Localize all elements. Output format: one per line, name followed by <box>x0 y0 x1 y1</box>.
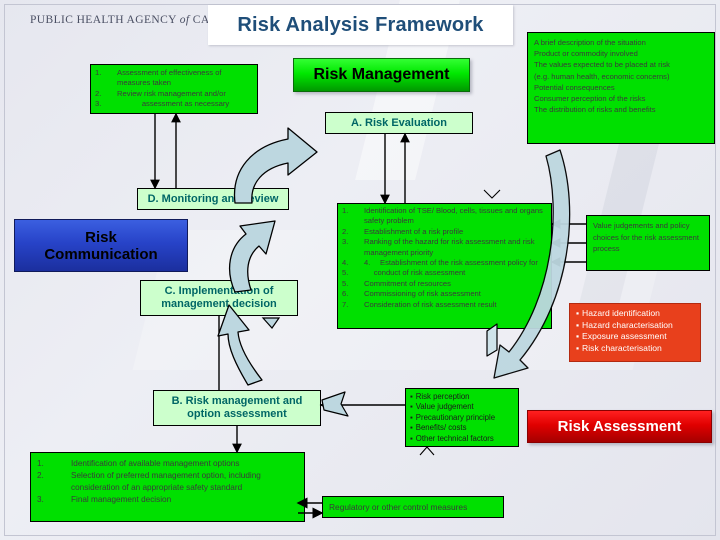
list-item-text: Establishment of a risk profile <box>364 226 464 236</box>
policy-box-text: Value judgements and policy choices for … <box>593 221 699 253</box>
step-d-label: D. Monitoring and review <box>147 193 279 205</box>
list-item: 2. Review risk management and/or <box>91 89 257 99</box>
list-item-number: 7. <box>342 299 349 309</box>
list-item-number: 1. <box>37 459 44 468</box>
list-body: 1. Identification of available managemen… <box>31 458 304 506</box>
description-line: A brief description of the situation <box>534 38 646 47</box>
list-item-number: 5. <box>342 268 349 278</box>
list-item: 2. Establishment of a risk profile <box>338 227 551 237</box>
list-item-text: assessment as necessary <box>141 99 230 109</box>
logo-text-italic: of <box>179 14 190 26</box>
description-line: (e.g. human health, economic concerns) <box>534 71 670 81</box>
list-item-number: 2. <box>37 471 44 480</box>
step-c-label: C. Implementation of management decision <box>161 284 277 311</box>
list-item: 1. Identification of TSE/ Blood, cells, … <box>338 206 551 227</box>
management-options-list: 1. Identification of available managemen… <box>30 452 305 522</box>
list-item-text: Assessment of effectiveness of measures … <box>117 68 222 88</box>
list-item: 3. Final management decision <box>31 494 304 506</box>
list-item: 5. conduct of risk assessment <box>338 268 551 278</box>
list-body: 1. Identification of TSE/ Blood, cells, … <box>338 206 551 310</box>
slide-canvas: PUBLIC HEALTH AGENCY of CANADA Risk Anal… <box>0 0 720 540</box>
risk-assessment-box: Risk Assessment <box>527 410 712 443</box>
bullet-item: Benefits/ costs <box>410 423 514 433</box>
list-item: 1. Assessment of effectiveness of measur… <box>91 68 257 89</box>
monitoring-measures-list: 1. Assessment of effectiveness of measur… <box>90 64 258 114</box>
list-item: 1. Identification of available managemen… <box>31 458 304 470</box>
regulatory-box-text: Regulatory or other control measures <box>329 501 468 512</box>
list-item-text: conduct of risk assessment <box>364 268 466 278</box>
list-item: 5. Commitment of resources <box>338 279 551 289</box>
technical-factors-box: Risk perception Value judgement Precauti… <box>405 388 519 447</box>
list-item-number: 1. <box>95 68 102 77</box>
bullet-item: Value judgement <box>410 402 514 412</box>
list-item-text: Consideration of risk assessment result <box>364 299 497 309</box>
list-item-text: Identification of available management o… <box>71 459 240 468</box>
list-item-number: 3. <box>95 99 102 109</box>
list-item-text: Final management decision <box>71 495 172 504</box>
slide-title-box: Risk Analysis Framework <box>208 5 513 45</box>
step-b-label: B. Risk management and option assessment <box>171 394 303 421</box>
description-line: Potential consequences <box>534 82 615 92</box>
bullet-item: Risk characterisation <box>576 343 694 355</box>
list-item: 3. assessment as necessary <box>91 99 257 109</box>
list-item-text: Commissioning of risk assessment <box>364 289 481 299</box>
list-item-text: Commitment of resources <box>364 278 451 288</box>
step-b-option-assessment: B. Risk management and option assessment <box>153 390 321 426</box>
list-item: 3. Ranking of the hazard for risk assess… <box>338 237 551 258</box>
step-c-implementation: C. Implementation of management decision <box>140 280 298 316</box>
step-a-risk-evaluation: A. Risk Evaluation <box>325 112 473 134</box>
risk-evaluation-steps-list: 1. Identification of TSE/ Blood, cells, … <box>337 203 552 329</box>
list-item-number: 4. <box>342 258 349 268</box>
description-line: The values expected to be placed at risk <box>534 60 670 70</box>
list-item-text: Review risk management and/or <box>117 88 226 98</box>
list-item: 6. Commissioning of risk assessment <box>338 289 551 299</box>
list-item: 4. 4. Establishment of the risk assessme… <box>338 258 551 268</box>
risk-communication-box: Risk Communication <box>14 219 188 272</box>
list-item-text: Ranking of the hazard for risk assessmen… <box>364 237 535 257</box>
risk-management-label: Risk Management <box>313 66 450 83</box>
bullet-item: Risk perception <box>410 392 514 402</box>
policy-choices-box: Value judgements and policy choices for … <box>586 215 710 271</box>
list-item-number: 3. <box>37 495 44 504</box>
situation-description-box: A brief description of the situation Pro… <box>527 32 715 144</box>
list-item-number: 6. <box>342 289 349 299</box>
risk-assessment-steps-box: Hazard identification Hazard characteris… <box>569 303 701 362</box>
risk-management-box: Risk Management <box>293 58 470 92</box>
page-title: Risk Analysis Framework <box>237 13 484 36</box>
description-line: The distribution of risks and benefits <box>534 105 656 115</box>
description-line: Product or commodity involved <box>534 49 638 59</box>
list-item-number: 3. <box>342 237 349 247</box>
bullet-item: Other technical factors <box>410 434 514 444</box>
step-a-label: A. Risk Evaluation <box>351 117 447 129</box>
list-body: 1. Assessment of effectiveness of measur… <box>91 68 257 110</box>
risk-communication-label: Risk Communication <box>44 228 158 263</box>
list-item-text: Selection of preferred management option… <box>71 471 261 492</box>
risk-assessment-label: Risk Assessment <box>557 418 682 435</box>
logo-text-main: PUBLIC HEALTH AGENCY <box>30 14 177 26</box>
list-item-number: 1. <box>342 206 349 215</box>
step-d-monitoring: D. Monitoring and review <box>137 188 289 210</box>
bullet-item: Hazard characterisation <box>576 320 694 332</box>
list-item-text: Identification of TSE/ Blood, cells, tis… <box>364 206 543 226</box>
list-item: 2. Selection of preferred management opt… <box>31 470 304 494</box>
list-item-number: 2. <box>95 88 102 98</box>
bullet-item: Hazard identification <box>576 308 694 320</box>
list-item: 7. Consideration of risk assessment resu… <box>338 300 551 310</box>
description-line: Consumer perception of the risks <box>534 94 646 104</box>
bullet-item: Exposure assessment <box>576 331 694 343</box>
list-item-text: 4. Establishment of the risk assessment … <box>364 258 538 268</box>
list-item-number: 2. <box>342 226 349 236</box>
list-item-number: 5. <box>342 278 349 288</box>
regulatory-measures-box: Regulatory or other control measures <box>322 496 504 518</box>
bullet-item: Precautionary principle <box>410 413 514 423</box>
